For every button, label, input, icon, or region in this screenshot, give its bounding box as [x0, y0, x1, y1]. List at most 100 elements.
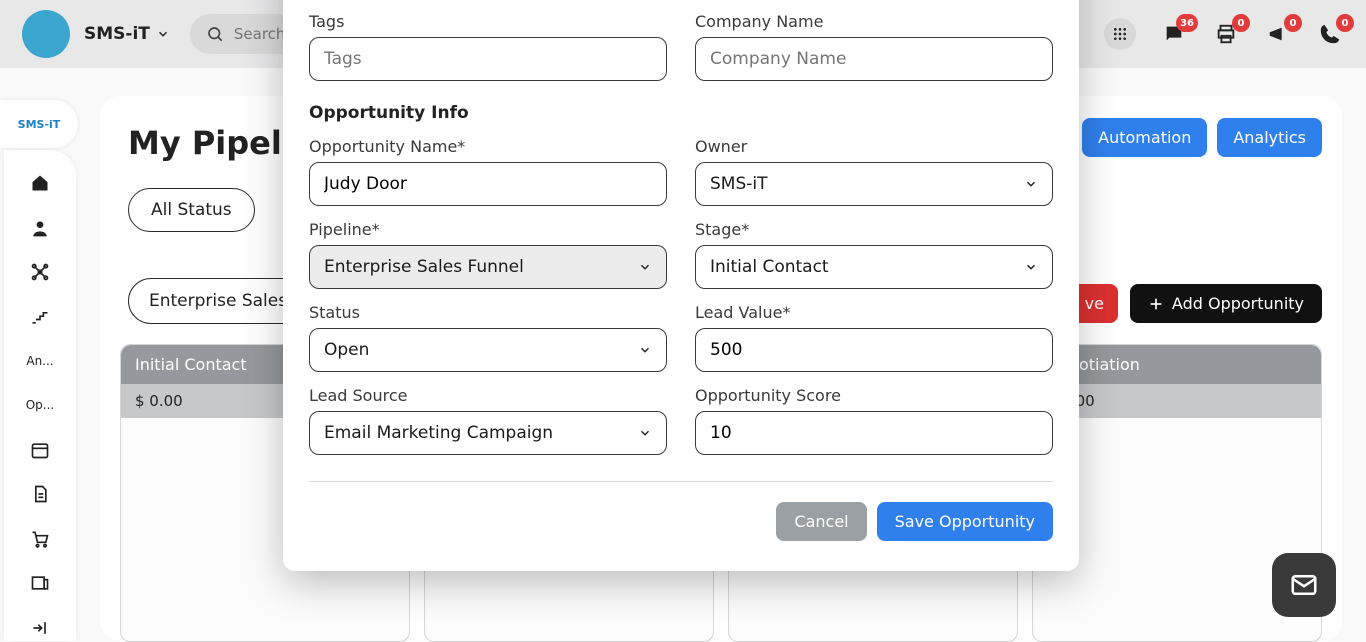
avatar[interactable]: [22, 10, 70, 58]
status-filter-label: All Status: [151, 200, 232, 220]
chevron-down-icon: [1024, 260, 1038, 274]
opportunity-score-field[interactable]: [695, 411, 1053, 455]
phone-button[interactable]: 0: [1316, 20, 1344, 48]
stage-label: Stage*: [695, 220, 1053, 239]
plus-icon: [1148, 296, 1164, 312]
tags-label: Tags: [309, 12, 667, 31]
steps-icon: [30, 307, 50, 327]
sidebar-item-profile[interactable]: [16, 214, 64, 240]
brand-label: SMS-iT: [84, 24, 150, 44]
modal-divider: [309, 481, 1053, 482]
chevron-down-icon: [156, 27, 170, 41]
chat-badge: 36: [1176, 14, 1198, 32]
calendar-icon: [30, 440, 50, 460]
company-input[interactable]: [710, 49, 1038, 69]
sidebar: An... Op...: [4, 150, 76, 641]
search-icon: [206, 25, 224, 43]
sidebar-item-op[interactable]: Op...: [16, 392, 64, 418]
print-button[interactable]: 0: [1212, 20, 1240, 48]
sidebar-item-label: Op...: [26, 398, 55, 412]
logo-pill[interactable]: SMS-iT: [0, 100, 78, 148]
chevron-down-icon: [1024, 177, 1038, 191]
opportunity-info-heading: Opportunity Info: [309, 103, 1053, 123]
sidebar-item-calendar[interactable]: [16, 437, 64, 463]
modal-footer: Cancel Save Opportunity: [309, 502, 1053, 541]
chevron-down-icon: [638, 343, 652, 357]
status-filter[interactable]: All Status: [128, 188, 255, 232]
sidebar-item-pipeline[interactable]: [16, 303, 64, 329]
sidebar-item-an[interactable]: An...: [16, 348, 64, 374]
stage-value: Initial Contact: [710, 257, 829, 277]
lead-source-label: Lead Source: [309, 386, 667, 405]
sidebar-item-home[interactable]: [16, 170, 64, 196]
tab-automation[interactable]: Automation: [1082, 118, 1207, 157]
logo-pill-text: SMS-iT: [18, 118, 61, 131]
collapse-icon: [30, 618, 50, 638]
cancel-button[interactable]: Cancel: [776, 502, 866, 541]
tab-label: Analytics: [1233, 128, 1306, 147]
kanban-title: Initial Contact: [135, 355, 247, 374]
opportunity-score-label: Opportunity Score: [695, 386, 1053, 405]
lead-value-label: Lead Value*: [695, 303, 1053, 322]
topbar-actions: 36 0 0 0: [1104, 18, 1344, 50]
chat-button[interactable]: 36: [1160, 20, 1188, 48]
opportunity-name-input[interactable]: [324, 174, 652, 194]
sidebar-item-network[interactable]: [16, 259, 64, 285]
sidebar-item-collapse[interactable]: [16, 615, 64, 641]
owner-label: Owner: [695, 137, 1053, 156]
status-value: Open: [324, 340, 369, 360]
announce-button[interactable]: 0: [1264, 20, 1292, 48]
home-icon: [30, 173, 50, 193]
chat-fab[interactable]: [1272, 553, 1336, 617]
company-label: Company Name: [695, 12, 1053, 31]
add-opportunity-button[interactable]: Add Opportunity: [1130, 284, 1322, 323]
mail-icon: [1289, 570, 1319, 600]
owner-value: SMS-iT: [710, 174, 768, 194]
grid-icon: [1112, 26, 1128, 42]
opportunity-name-field[interactable]: [309, 162, 667, 206]
owner-select[interactable]: SMS-iT: [695, 162, 1053, 206]
pipeline-select[interactable]: Enterprise Sales Funnel: [309, 245, 667, 289]
sidebar-item-label: An...: [26, 354, 53, 368]
sidebar-item-docs[interactable]: [16, 481, 64, 507]
lead-source-value: Email Marketing Campaign: [324, 423, 553, 443]
status-select[interactable]: Open: [309, 328, 667, 372]
card-actions: ve Add Opportunity: [1071, 284, 1322, 323]
funnel-select[interactable]: Enterprise Sales: [128, 278, 308, 324]
news-icon: [30, 573, 50, 593]
pipeline-value: Enterprise Sales Funnel: [324, 257, 524, 277]
brand-dropdown[interactable]: SMS-iT: [84, 24, 170, 44]
announce-badge: 0: [1284, 14, 1302, 32]
lead-value-field[interactable]: [695, 328, 1053, 372]
opportunity-modal: Tags Company Name Opportunity Info Oppor…: [283, 0, 1079, 571]
tab-label: Automation: [1098, 128, 1191, 147]
apps-button[interactable]: [1104, 18, 1136, 50]
pipeline-label: Pipeline*: [309, 220, 667, 239]
document-icon: [30, 484, 50, 504]
tab-analytics[interactable]: Analytics: [1217, 118, 1322, 157]
tags-field[interactable]: [309, 37, 667, 81]
user-icon: [30, 218, 50, 238]
save-label: Save Opportunity: [895, 512, 1035, 531]
cart-icon: [30, 529, 50, 549]
opportunity-score-input[interactable]: [710, 423, 1038, 443]
sidebar-item-cart[interactable]: [16, 526, 64, 552]
status-label: Status: [309, 303, 667, 322]
chevron-down-icon: [638, 426, 652, 440]
lead-source-select[interactable]: Email Marketing Campaign: [309, 411, 667, 455]
opportunity-name-label: Opportunity Name*: [309, 137, 667, 156]
sidebar-item-news[interactable]: [16, 570, 64, 596]
kanban-amount: $ 0.00: [135, 392, 183, 410]
funnel-select-label: Enterprise Sales: [149, 291, 287, 311]
stage-select[interactable]: Initial Contact: [695, 245, 1053, 289]
chevron-down-icon: [638, 260, 652, 274]
phone-badge: 0: [1336, 14, 1354, 32]
tags-input[interactable]: [324, 49, 652, 69]
lead-value-input[interactable]: [710, 340, 1038, 360]
add-opportunity-label: Add Opportunity: [1172, 294, 1304, 313]
cancel-label: Cancel: [794, 512, 848, 531]
archive-label: ve: [1085, 294, 1104, 313]
company-field[interactable]: [695, 37, 1053, 81]
save-opportunity-button[interactable]: Save Opportunity: [877, 502, 1053, 541]
network-icon: [30, 262, 50, 282]
